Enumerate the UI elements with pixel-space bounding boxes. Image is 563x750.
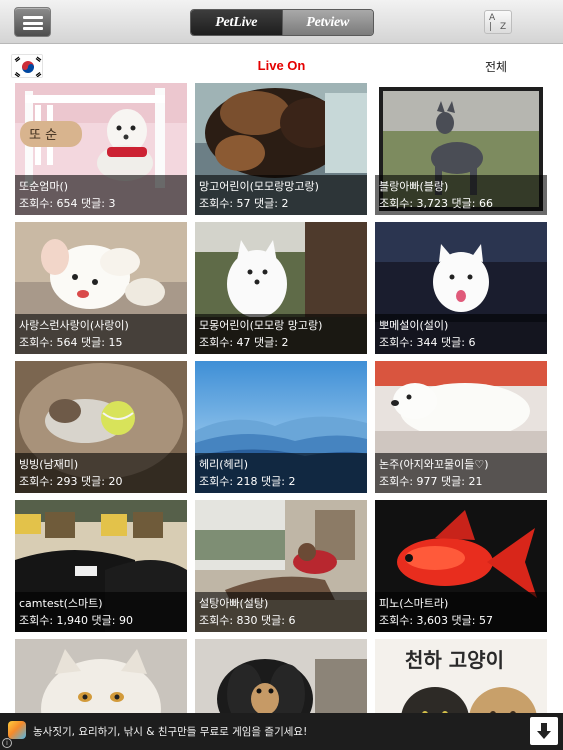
pet-card[interactable]: 망고어린이(모모랑망고랑) 조회수: 57 댓글: 2 [195,83,367,215]
pet-card[interactable]: 또 순 또순엄마() 조회수: 654 댓글: 3 [15,83,187,215]
pet-card[interactable]: 모몽어린이(모모랑 망고랑) 조회수: 47 댓글: 2 [195,222,367,354]
pet-stats: 조회수: 3,603 댓글: 57 [379,614,493,627]
pet-name: 논주(아지와꼬물이들♡) [379,458,489,471]
pet-stats: 조회수: 47 댓글: 2 [199,336,289,349]
pet-caption: 사랑스런사랑이(사랑이) 조회수: 564 댓글: 15 [15,314,187,354]
pet-stats: 조회수: 564 댓글: 15 [19,336,123,349]
pet-card[interactable]: 블랑아빠(블랑) 조회수: 3,723 댓글: 66 [375,83,547,215]
download-arrow-icon[interactable] [530,717,558,745]
pet-card[interactable]: 빙빙(남재미) 조회수: 293 댓글: 20 [15,361,187,493]
pet-stats: 조회수: 1,940 댓글: 90 [19,614,133,627]
pet-caption: 모몽어린이(모모랑 망고랑) 조회수: 47 댓글: 2 [195,314,367,354]
pet-stats: 조회수: 3,723 댓글: 66 [379,197,493,210]
pet-stats: 조회수: 654 댓글: 3 [19,197,116,210]
pet-stats: 조회수: 57 댓글: 2 [199,197,289,210]
pet-stats: 조회수: 830 댓글: 6 [199,614,296,627]
pet-name: 피노(스마트라) [379,597,449,610]
pet-caption: 블랑아빠(블랑) 조회수: 3,723 댓글: 66 [375,175,547,215]
pet-caption: camtest(스마트) 조회수: 1,940 댓글: 90 [15,592,187,632]
pet-name: 블랑아빠(블랑) [379,180,449,193]
pet-caption: 또순엄마() 조회수: 654 댓글: 3 [15,175,187,215]
pet-stats: 조회수: 344 댓글: 6 [379,336,476,349]
sign-text: 또 순 [29,128,57,143]
pet-caption: 빙빙(남재미) 조회수: 293 댓글: 20 [15,453,187,493]
pet-stats: 조회수: 977 댓글: 21 [379,475,483,488]
pet-caption: 피노(스마트라) 조회수: 3,603 댓글: 57 [375,592,547,632]
pet-card[interactable]: 설탕아빠(설탕) 조회수: 830 댓글: 6 [195,500,367,632]
game-app-icon [8,721,26,739]
pet-caption: 뽀메설이(설이) 조회수: 344 댓글: 6 [375,314,547,354]
pet-stats: 조회수: 293 댓글: 20 [19,475,123,488]
pet-caption: 설탕아빠(설탕) 조회수: 830 댓글: 6 [195,592,367,632]
pet-caption: 망고어린이(모모랑망고랑) 조회수: 57 댓글: 2 [195,175,367,215]
pet-card[interactable]: 피노(스마트라) 조회수: 3,603 댓글: 57 [375,500,547,632]
pet-name: 망고어린이(모모랑망고랑) [199,180,319,193]
pet-name: 뽀메설이(설이) [379,319,449,332]
cat-title-text: 천하 고양이 [405,648,504,672]
pet-stats: 조회수: 218 댓글: 2 [199,475,296,488]
pet-name: camtest(스마트) [19,597,103,610]
pet-card[interactable]: 사랑스런사랑이(사랑이) 조회수: 564 댓글: 15 [15,222,187,354]
pet-name: 또순엄마() [19,180,69,193]
info-icon[interactable]: i [2,738,12,748]
pet-card[interactable]: 논주(아지와꼬물이들♡) 조회수: 977 댓글: 21 [375,361,547,493]
pet-name: 헤리(헤리) [199,458,249,471]
ad-banner[interactable]: 농사짓기, 요리하기, 낚시 & 친구만들 무료로 게임을 즐기세요! [0,713,563,750]
pet-card[interactable]: 헤리(헤리) 조회수: 218 댓글: 2 [195,361,367,493]
pet-name: 빙빙(남재미) [19,458,79,471]
pet-card[interactable]: camtest(스마트) 조회수: 1,940 댓글: 90 [15,500,187,632]
pet-grid: 또 순 또순엄마() 조회수: 654 댓글: 3 망고어린이(모모랑망고랑) … [0,0,563,750]
pet-name: 사랑스런사랑이(사랑이) [19,319,129,332]
pet-name: 설탕아빠(설탕) [199,597,269,610]
pet-caption: 논주(아지와꼬물이들♡) 조회수: 977 댓글: 21 [375,453,547,493]
pet-card[interactable]: 뽀메설이(설이) 조회수: 344 댓글: 6 [375,222,547,354]
pet-name: 모몽어린이(모모랑 망고랑) [199,319,323,332]
ad-text: 농사짓기, 요리하기, 낚시 & 친구만들 무료로 게임을 즐기세요! [33,726,308,738]
pet-caption: 헤리(헤리) 조회수: 218 댓글: 2 [195,453,367,493]
